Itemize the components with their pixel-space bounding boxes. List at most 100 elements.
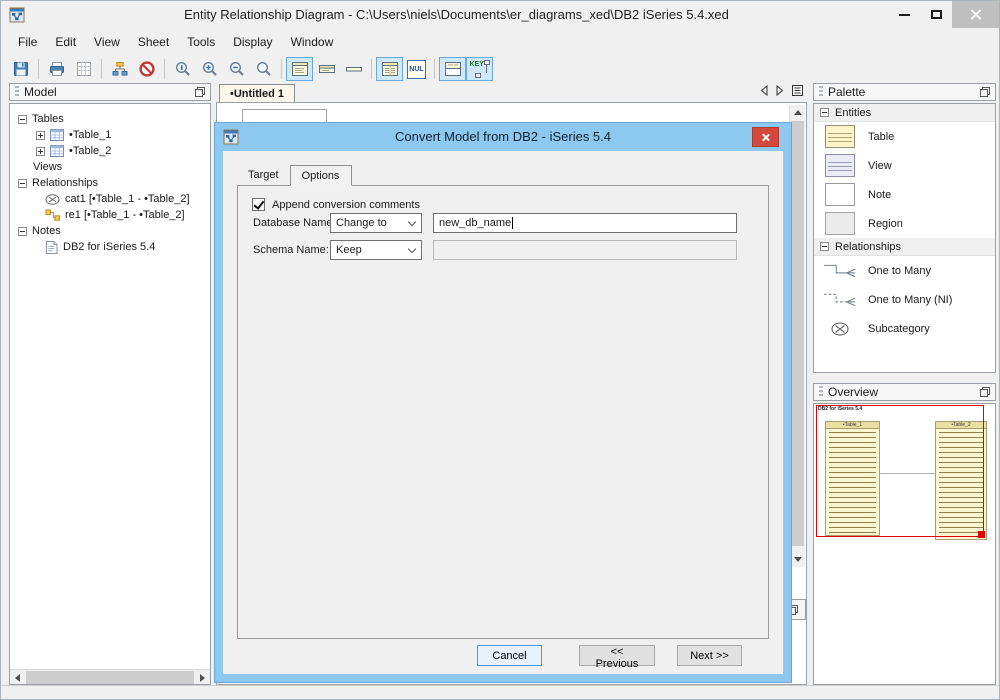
tab-list-icon[interactable] — [792, 85, 803, 96]
dialog-titlebar[interactable]: Convert Model from DB2 - iSeries 5.4 — [215, 123, 791, 151]
entity-top-edge — [242, 109, 327, 123]
close-button[interactable] — [952, 1, 999, 28]
zoom-button[interactable] — [250, 57, 277, 81]
print-button[interactable] — [43, 57, 70, 81]
expand-icon[interactable] — [36, 130, 45, 140]
show-columns-icon — [381, 62, 398, 76]
collapse-icon[interactable] — [820, 108, 829, 117]
scroll-down-arrow[interactable] — [790, 552, 806, 567]
expand-icon[interactable] — [36, 146, 45, 156]
collapse-icon[interactable] — [18, 226, 27, 236]
menu-display[interactable]: Display — [224, 31, 281, 53]
panel-grip[interactable] — [819, 386, 823, 398]
palette-section-relationships[interactable]: Relationships — [814, 238, 995, 256]
append-comments-checkbox[interactable] — [252, 198, 265, 211]
table-entity-icon — [825, 125, 855, 148]
new-sheet-button[interactable] — [70, 57, 97, 81]
scroll-right-arrow[interactable] — [195, 670, 210, 684]
tree-item-tables[interactable]: Tables — [10, 111, 210, 127]
tree-item-relationships[interactable]: Relationships — [10, 175, 210, 191]
maximize-button[interactable] — [920, 1, 952, 28]
palette-panel-header[interactable]: Palette — [813, 83, 996, 101]
collapse-icon[interactable] — [18, 178, 27, 188]
subcategory-icon — [45, 193, 60, 205]
cancel-button[interactable]: Cancel — [477, 645, 542, 666]
collapse-icon[interactable] — [820, 242, 829, 251]
menu-tools[interactable]: Tools — [178, 31, 224, 53]
database-name-input[interactable]: new_db_name — [433, 213, 737, 233]
zoom-actual-button[interactable] — [169, 57, 196, 81]
tree-item-db2-note[interactable]: DB2 for iSeries 5.4 — [10, 239, 210, 255]
show-columns-button[interactable] — [376, 57, 403, 81]
scrollbar-thumb[interactable] — [26, 671, 194, 684]
palette-item-view[interactable]: View — [814, 151, 995, 180]
tree-item-views[interactable]: Views — [10, 159, 210, 175]
convert-model-dialog: Convert Model from DB2 - iSeries 5.4 Tar… — [214, 122, 792, 683]
panel-grip[interactable] — [819, 86, 823, 98]
menu-edit[interactable]: Edit — [46, 31, 85, 53]
overview-minimap[interactable]: DB2 for iSeries 5.4 •Table_1 •Table_2 — [813, 403, 996, 685]
float-panel-icon[interactable] — [980, 87, 990, 97]
scroll-up-arrow[interactable] — [790, 105, 806, 120]
panel-title: Overview — [828, 385, 879, 399]
dialog-title: Convert Model from DB2 - iSeries 5.4 — [394, 129, 612, 144]
tree-item-cat1[interactable]: cat1 [•Table_1 - •Table_2] — [10, 191, 210, 207]
next-tab-icon[interactable] — [776, 85, 784, 96]
database-name-mode-select[interactable]: Change to — [330, 213, 422, 233]
palette-item-subcategory[interactable]: Subcategory — [814, 314, 995, 343]
entity-full-view-button[interactable] — [286, 57, 313, 81]
tree-item-notes[interactable]: Notes — [10, 223, 210, 239]
delete-button[interactable] — [133, 57, 160, 81]
print-icon — [49, 62, 64, 76]
palette-item-table[interactable]: Table — [814, 122, 995, 151]
float-panel-icon[interactable] — [980, 387, 990, 397]
zoom-in-button[interactable] — [196, 57, 223, 81]
close-icon — [969, 8, 982, 21]
minimap-viewport-handle[interactable] — [978, 531, 985, 538]
text-cursor — [512, 217, 514, 229]
show-keys-button[interactable]: KEY — [466, 57, 493, 81]
menu-sheet[interactable]: Sheet — [129, 31, 178, 53]
save-button[interactable] — [7, 57, 34, 81]
panel-grip[interactable] — [15, 86, 19, 98]
palette-section-entities[interactable]: Entities — [814, 104, 995, 122]
palette-item-note[interactable]: Note — [814, 180, 995, 209]
show-nullability-button[interactable]: NUL — [403, 57, 430, 81]
palette-item-one-to-many[interactable]: One to Many — [814, 256, 995, 285]
menu-file[interactable]: File — [9, 31, 46, 53]
note-entity-icon — [825, 183, 855, 206]
entity-compact-view-button[interactable] — [313, 57, 340, 81]
schema-name-mode-select[interactable]: Keep — [330, 240, 422, 260]
tree-label: Relationships — [32, 177, 99, 189]
next-button[interactable]: Next >> — [677, 645, 742, 666]
model-panel-header[interactable]: Model — [9, 83, 211, 101]
menu-window[interactable]: Window — [282, 31, 343, 53]
scroll-left-arrow[interactable] — [10, 670, 25, 684]
auto-layout-button[interactable] — [106, 57, 133, 81]
show-compartments-button[interactable] — [439, 57, 466, 81]
minimap-viewport-rect[interactable] — [816, 405, 984, 537]
palette-item-region[interactable]: Region — [814, 209, 995, 238]
entity-name-only-view-button[interactable] — [340, 57, 367, 81]
panel-title: Model — [24, 85, 57, 99]
menu-view[interactable]: View — [85, 31, 129, 53]
region-entity-icon — [825, 212, 855, 235]
tree-item-re1[interactable]: re1 [•Table_1 - •Table_2] — [10, 207, 210, 223]
minimize-button[interactable] — [888, 1, 920, 28]
input-value: new_db_name — [439, 217, 512, 229]
model-horizontal-scrollbar[interactable] — [10, 669, 210, 684]
dialog-close-button[interactable] — [752, 127, 779, 147]
previous-tab-icon[interactable] — [760, 85, 768, 96]
palette-item-one-to-many-ni[interactable]: One to Many (NI) — [814, 285, 995, 314]
scrollbar-thumb[interactable] — [791, 121, 804, 546]
previous-button[interactable]: << Previous — [579, 645, 655, 670]
collapse-icon[interactable] — [18, 114, 27, 124]
tab-untitled-1[interactable]: •Untitled 1 — [219, 84, 295, 102]
overview-panel-header[interactable]: Overview — [813, 383, 996, 401]
tree-item-table-2[interactable]: •Table_2 — [10, 143, 210, 159]
float-panel-icon[interactable] — [195, 87, 205, 97]
tab-options[interactable]: Options — [289, 165, 352, 186]
tab-target[interactable]: Target — [237, 165, 290, 185]
tree-item-table-1[interactable]: •Table_1 — [10, 127, 210, 143]
zoom-out-button[interactable] — [223, 57, 250, 81]
